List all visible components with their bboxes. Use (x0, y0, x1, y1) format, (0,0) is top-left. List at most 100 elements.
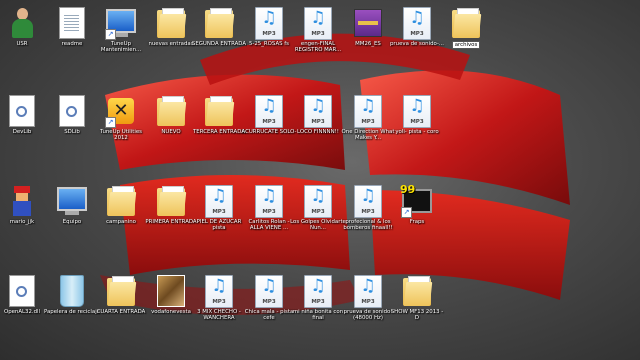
mp3-file-icon: ♫ MP3 (354, 184, 382, 218)
shortcut-arrow-icon: ↗ (105, 29, 116, 40)
desktop-icon-label: readme (61, 41, 83, 47)
desktop-icon-label: SHOW MF13 2013 - D (390, 309, 444, 322)
mp3-file-icon: ♫ MP3 (304, 274, 332, 308)
desktop-icon-label: TuneUp Utilities 2012 (100, 129, 142, 142)
desktop-icon-folder[interactable]: SEGUNDA ENTRADA (191, 4, 247, 62)
image-folder-icon (157, 275, 185, 307)
desktop-icon-label: TuneUp Mantenimien... (100, 41, 142, 54)
desktop-icon-label: SEGUNDA ENTRADA (191, 41, 247, 47)
desktop-icon-label: Los Golpes Olvidarte Nun... (290, 219, 346, 232)
desktop-icon-folder[interactable]: archivos (440, 4, 492, 62)
computer-icon (57, 187, 87, 215)
desktop-icon-mp3[interactable]: ♫ MP3 yoli- pista - coro (391, 92, 443, 150)
shortcut-arrow-icon: ↗ (105, 117, 116, 128)
folder-icon (205, 8, 235, 38)
mp3-file-icon: ♫ MP3 (403, 94, 431, 128)
desktop-icon-tuneup[interactable]: ✕ ↗ TuneUp Utilities 2012 (95, 92, 147, 150)
desktop-icon-label: 5-25_ROSAS fs (249, 41, 289, 47)
desktop-icon-folder[interactable]: PRIMERA ENTRADA (145, 182, 197, 240)
recycle-bin-icon (60, 275, 84, 307)
folder-icon (157, 96, 187, 126)
desktop-icon-label: Fraps (409, 219, 425, 225)
desktop-icon-label: Carlitos Rolan - ALLA VIENE ... (248, 219, 290, 232)
folder-icon (403, 276, 433, 306)
desktop-icon-label: mario_jjk (9, 219, 35, 225)
mp3-file-icon: ♫ MP3 (354, 274, 382, 308)
desktop-icon-label: Papelera de reciclaje (44, 309, 100, 315)
desktop-icon-label: PIEL DE AZUCAR pista (196, 219, 242, 232)
desktop-icon-mp3[interactable]: ♫ MP3 Carlitos Rolan - ALLA VIENE ... (243, 182, 295, 240)
system-file-icon (9, 275, 35, 307)
desktop-icon-label: TERCERA ENTRADA (193, 129, 245, 135)
desktop-icon-folder[interactable]: CUARTA ENTRADA (95, 272, 147, 330)
desktop-icon-label: prueva de sonido-(48000 Hz) (343, 309, 393, 322)
desktop-icon-mp3[interactable]: ♫ MP3 profecional & los bomberos finaall!! (342, 182, 394, 240)
desktop-icon-folder[interactable]: nuevas entradas (145, 4, 197, 62)
desktop-icon-label: mi niña bonita con final (292, 309, 344, 322)
desktop-icon-mp3[interactable]: ♫ MP3 One Direction What Makes Y... (342, 92, 394, 150)
desktop-icon-mp3[interactable]: ♫ MP3 prueva de sonido-(48000 Hz) (342, 272, 394, 330)
desktop-icon-mario[interactable]: mario_jjk (0, 182, 48, 240)
desktop-icon-label: MM26_ES (355, 41, 381, 47)
desktop-icon-mp3[interactable]: ♫ MP3 PIEL DE AZUCAR pista (193, 182, 245, 240)
desktop-icon-label: yoli- pista - coro (395, 129, 439, 135)
desktop-icon-label: OpenAL32.dll (3, 309, 41, 315)
desktop-icon-folder[interactable]: SHOW MF13 2013 - D (391, 272, 443, 330)
folder-icon (107, 276, 137, 306)
desktop-icon-docgear[interactable]: OpenAL32.dll (0, 272, 48, 330)
desktop-icon-monitor[interactable]: Equipo (46, 182, 98, 240)
desktop-icon-mp3[interactable]: ♫ MP3 mi niña bonita con final (292, 272, 344, 330)
mp3-file-icon: ♫ MP3 (205, 184, 233, 218)
user-folder-icon (11, 8, 33, 38)
desktop-icon-label: campanino (106, 219, 136, 225)
desktop-icon-label: prueva de sonido-... (390, 41, 444, 47)
folder-icon (107, 186, 137, 216)
desktop-icon-label: 3 MIX CHECHO - WANCHERA (197, 309, 241, 322)
desktop-icon-label: archivos (451, 41, 481, 50)
desktop-icon-label: USR (16, 41, 28, 47)
shortcut-arrow-icon: ↗ (401, 207, 412, 218)
desktop-icon-folder[interactable]: TERCERA ENTRADA (193, 92, 245, 150)
mp3-file-icon: ♫ MP3 (205, 274, 233, 308)
desktop-icon-fraps[interactable]: 99 ↗ Fraps (391, 182, 443, 240)
text-file-icon (59, 7, 85, 39)
mario-game-icon (12, 186, 32, 216)
desktop-icon-docgear[interactable]: SDLib (46, 92, 98, 150)
folder-icon (452, 8, 482, 38)
mp3-file-icon: ♫ MP3 (255, 6, 283, 40)
desktop-icon-person[interactable]: USR (0, 4, 48, 62)
desktop-icon-label: ACURRUCATE SOLO- (241, 129, 297, 135)
desktop-icon-label: DevLib (12, 129, 32, 135)
desktop-icon-mp3[interactable]: ♫ MP3 prueva de sonido-... (390, 4, 444, 62)
desktop-icon-rar[interactable]: MM26_ES (342, 4, 394, 62)
desktop-icon-mp3[interactable]: ♫ MP3 engen-FINAL REGISTRO MAR... (292, 4, 344, 62)
desktop-icon-label: Chica mala - pista cefe (244, 309, 294, 322)
desktop-icon-mp3[interactable]: ♫ MP3 LOCO FINNNN!! (292, 92, 344, 150)
desktop-icon-label: SDLib (64, 129, 80, 135)
desktop-icon-monitor[interactable]: ↗ TuneUp Mantenimien... (95, 4, 147, 62)
desktop-icon-mp3[interactable]: ♫ MP3 Los Golpes Olvidarte Nun... (290, 182, 346, 240)
mp3-file-icon: ♫ MP3 (354, 94, 382, 128)
desktop-icon-pic[interactable]: vodafonevesta (145, 272, 197, 330)
desktop-icon-folder[interactable]: NUEVO (145, 92, 197, 150)
desktop-icon-label: One Direction What Makes Y... (341, 129, 395, 142)
desktop-icon-docgear[interactable]: DevLib (0, 92, 48, 150)
desktop-icon-mp3[interactable]: ♫ MP3 Chica mala - pista cefe (243, 272, 295, 330)
archive-icon (354, 9, 382, 37)
mp3-file-icon: ♫ MP3 (255, 94, 283, 128)
desktop-icon-label: CUARTA ENTRADA (96, 309, 146, 315)
folder-icon (157, 8, 187, 38)
desktop-icon-mp3[interactable]: ♫ MP3 5-25_ROSAS fs (243, 4, 295, 62)
mp3-file-icon: ♫ MP3 (255, 274, 283, 308)
desktop-icon-doc[interactable]: readme (46, 4, 98, 62)
mp3-file-icon: ♫ MP3 (255, 184, 283, 218)
desktop-icon-label: LOCO FINNNN!! (297, 129, 339, 135)
desktop-icon-folder[interactable]: campanino (95, 182, 147, 240)
folder-icon (157, 186, 187, 216)
desktop-icon-label: engen-FINAL REGISTRO MAR... (294, 41, 342, 54)
desktop-icon-mp3[interactable]: ♫ MP3 3 MIX CHECHO - WANCHERA (193, 272, 245, 330)
mp3-file-icon: ♫ MP3 (304, 6, 332, 40)
system-file-icon (59, 95, 85, 127)
desktop-icon-mp3[interactable]: ♫ MP3 ACURRUCATE SOLO- (241, 92, 297, 150)
desktop-icon-bin[interactable]: Papelera de reciclaje (44, 272, 100, 330)
